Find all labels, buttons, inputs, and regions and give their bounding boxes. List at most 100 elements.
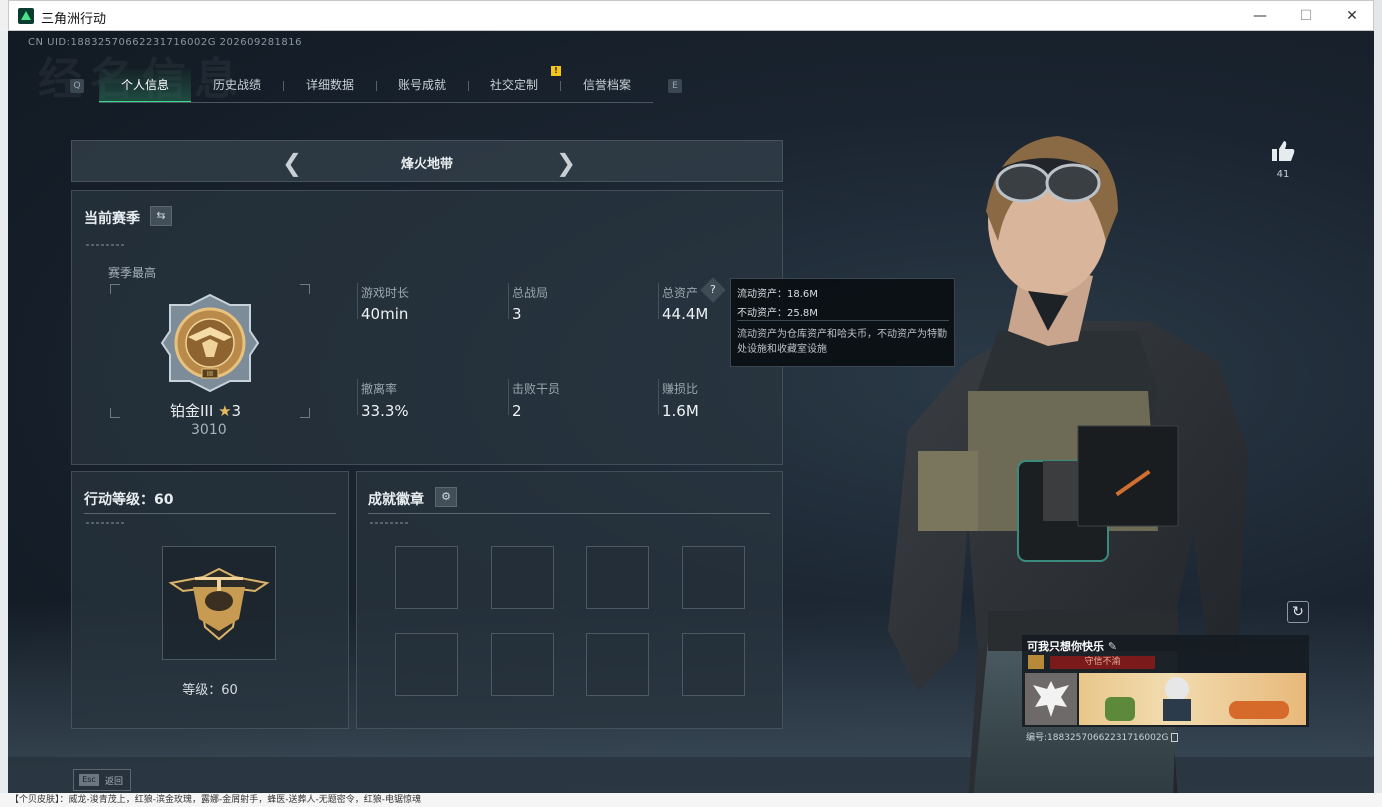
badge-slot[interactable] bbox=[395, 546, 458, 609]
tab-details[interactable]: 详细数据 bbox=[284, 69, 376, 103]
tab-next-key[interactable]: E bbox=[668, 79, 682, 93]
stat-playtime-label: 游戏时长 bbox=[361, 286, 410, 300]
divider bbox=[368, 513, 770, 514]
banner-character-body bbox=[1163, 699, 1191, 721]
stat-divider bbox=[658, 283, 659, 319]
tab-reputation[interactable]: 信誉档案 bbox=[561, 69, 653, 103]
rank-score: 3010 bbox=[191, 422, 227, 438]
badge-slot[interactable] bbox=[682, 546, 745, 609]
back-button[interactable]: Esc 返回 bbox=[73, 769, 131, 791]
level-panel: 行动等级：60 等级：60 bbox=[71, 471, 349, 729]
uid-label: CN UID:18832570662231716002G 20260928181… bbox=[28, 37, 303, 48]
profile-name-row: 可我只想你快乐 ✎ bbox=[1027, 638, 1117, 654]
rank-stars: 3 bbox=[231, 402, 242, 420]
level-emblem-frame bbox=[162, 546, 276, 660]
help-icon[interactable]: ? bbox=[700, 277, 726, 303]
season-panel: 当前赛季 ⇆ 赛季最高 III 铂金III ★3 3010 游戏时长 40min… bbox=[71, 190, 783, 465]
stat-divider bbox=[658, 379, 659, 415]
frame-corner bbox=[110, 408, 120, 418]
frame-corner bbox=[300, 408, 310, 418]
rank-name-row: 铂金III ★3 bbox=[170, 400, 241, 421]
badge-slot[interactable] bbox=[491, 546, 554, 609]
chevron-right-icon[interactable]: ❯ bbox=[556, 149, 576, 177]
frame-corner bbox=[300, 284, 310, 294]
tab-social[interactable]: 社交定制 bbox=[468, 69, 560, 103]
badge-slot[interactable] bbox=[586, 633, 649, 696]
tooltip-liquid: 流动资产：18.6M bbox=[737, 289, 818, 300]
stat-profit-value: 1.6M bbox=[662, 402, 699, 420]
stat-divider bbox=[508, 283, 509, 319]
stat-divider bbox=[357, 283, 358, 319]
helicopter-emblem-icon bbox=[168, 567, 270, 641]
window-title: 三角洲行动 bbox=[41, 12, 107, 27]
tooltip-fixed: 不动资产：25.8M bbox=[737, 308, 818, 319]
stat-kills-value: 2 bbox=[512, 402, 522, 420]
profile-id: 编号:18832570662231716002G bbox=[1026, 730, 1179, 743]
stat-assets-value: 44.4M bbox=[662, 305, 709, 323]
profile-banner bbox=[1079, 673, 1306, 725]
stat-extract-label: 撤离率 bbox=[361, 382, 398, 396]
stat-matches-label: 总战局 bbox=[512, 286, 549, 300]
tab-prev-key[interactable]: Q bbox=[70, 79, 84, 93]
banner-character-head bbox=[1165, 677, 1189, 701]
tab-history[interactable]: 历史战绩 bbox=[191, 69, 283, 103]
rank-emblem-icon bbox=[1028, 655, 1044, 669]
rank-name: 铂金III bbox=[170, 402, 214, 420]
background-window-text: 【个贝皮肤】：威龙-浚青茂上，红狼-滨金玫瑰，露娜-金屑射手，蜂医-送葬人-无题… bbox=[0, 793, 1382, 807]
eagle-emblem-icon bbox=[1033, 681, 1069, 717]
badges-title: 成就徽章 bbox=[368, 492, 424, 508]
badge-slot[interactable] bbox=[586, 546, 649, 609]
badges-panel: 成就徽章 ⚙ bbox=[356, 471, 783, 729]
badge-slot[interactable] bbox=[682, 633, 745, 696]
mode-title: 烽火地带 bbox=[400, 157, 453, 172]
season-title: 当前赛季 bbox=[84, 211, 140, 227]
profile-id-text: 编号:18832570662231716002G bbox=[1026, 733, 1169, 743]
mode-selector: ❮ 烽火地带 ❯ bbox=[71, 140, 783, 182]
tab-achievements[interactable]: 账号成就 bbox=[376, 69, 468, 103]
svg-text:III: III bbox=[207, 370, 213, 378]
close-button[interactable]: ✕ bbox=[1329, 1, 1375, 31]
refresh-icon[interactable]: ↻ bbox=[1287, 601, 1309, 623]
copy-icon[interactable] bbox=[1171, 733, 1179, 742]
badge-slot[interactable] bbox=[395, 633, 458, 696]
minimize-button[interactable]: — bbox=[1237, 1, 1283, 31]
thumbs-up-icon[interactable] bbox=[1270, 139, 1296, 163]
stat-divider bbox=[357, 379, 358, 415]
profile-name: 可我只想你快乐 bbox=[1027, 640, 1104, 653]
level-label: 等级：60 bbox=[182, 683, 238, 698]
app-icon bbox=[18, 8, 34, 24]
decor-dash bbox=[86, 244, 124, 246]
season-highest-label: 赛季最高 bbox=[108, 266, 157, 280]
window-titlebar: 三角洲行动 — ☐ ✕ bbox=[8, 0, 1374, 31]
gear-icon[interactable]: ⚙ bbox=[435, 487, 457, 507]
stat-profit-label: 赚损比 bbox=[662, 382, 699, 396]
desktop-edge-left bbox=[0, 31, 8, 801]
badge-slot[interactable] bbox=[491, 633, 554, 696]
stat-extract-value: 33.3% bbox=[361, 402, 409, 420]
swap-icon[interactable]: ⇆ bbox=[150, 206, 172, 226]
desktop-edge-right bbox=[1374, 0, 1382, 807]
maximize-button[interactable]: ☐ bbox=[1283, 1, 1329, 31]
tab-personal-info[interactable]: 个人信息 bbox=[99, 69, 191, 103]
profile-motto: 守信不渝 bbox=[1050, 656, 1155, 669]
stat-divider bbox=[508, 379, 509, 415]
stat-assets-label: 总资产 bbox=[662, 286, 699, 300]
platinum-rank-icon: III bbox=[160, 293, 260, 393]
notification-badge: ! bbox=[551, 66, 561, 76]
banner-food bbox=[1229, 701, 1289, 719]
star-icon: ★ bbox=[218, 402, 232, 420]
stat-kills-label: 击败干员 bbox=[512, 382, 561, 396]
decor-dash bbox=[86, 522, 124, 524]
game-viewport: 经名信息 CN UID:18832570662231716002G 202609… bbox=[8, 31, 1374, 801]
divider bbox=[84, 513, 336, 514]
stat-matches-value: 3 bbox=[512, 305, 522, 323]
tab-underline bbox=[99, 102, 653, 103]
esc-key: Esc bbox=[79, 774, 99, 786]
like-count: 41 bbox=[1276, 169, 1290, 180]
decor-dash bbox=[370, 522, 408, 524]
profile-card[interactable]: 可我只想你快乐 ✎ 守信不渝 bbox=[1022, 635, 1309, 727]
avatar bbox=[1025, 673, 1077, 725]
stat-playtime-value: 40min bbox=[361, 305, 409, 323]
edit-icon[interactable]: ✎ bbox=[1108, 640, 1117, 653]
back-label: 返回 bbox=[105, 777, 124, 787]
